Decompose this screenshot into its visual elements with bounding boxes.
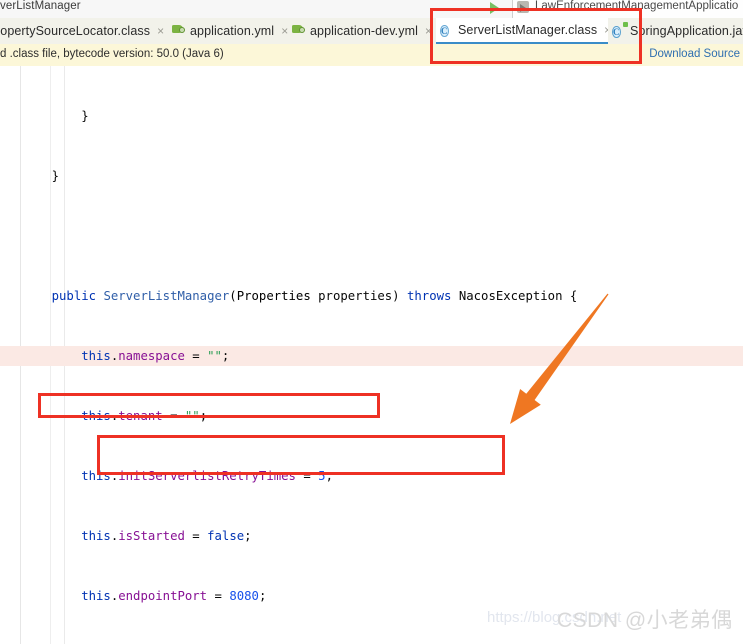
breadcrumb: verListManager xyxy=(0,0,81,12)
ide-window: verListManager LawEnforcementManagementA… xyxy=(0,0,743,644)
watermark-label: CSDN @小老弟偶 xyxy=(557,609,733,632)
code-content: } } public ServerListManager(Properties … xyxy=(0,66,743,644)
decompiled-notice-bar: d .class file, bytecode version: 50.0 (J… xyxy=(0,44,743,67)
yml-icon xyxy=(292,24,306,38)
code-line: this.initServerlistRetryTimes = 5; xyxy=(22,469,333,483)
code-line: public ServerListManager(Properties prop… xyxy=(22,289,578,303)
code-line: } xyxy=(22,169,60,183)
code-editor[interactable]: } } public ServerListManager(Properties … xyxy=(0,66,743,644)
class-icon: C xyxy=(440,25,449,37)
tab-property-source-locator[interactable]: C ropertySourceLocator.class × xyxy=(0,18,174,44)
tab-spring-application-java[interactable]: C SpringApplication.java xyxy=(608,18,743,44)
code-line: this.endpointPort = 8080; xyxy=(22,589,267,603)
tab-label: ropertySourceLocator.class xyxy=(0,24,151,38)
editor-tab-bar: C ropertySourceLocator.class × applicati… xyxy=(0,18,743,45)
tab-server-list-manager[interactable]: C ServerListManager.class × xyxy=(436,18,611,44)
yml-icon xyxy=(172,24,186,38)
code-line: this.tenant = ""; xyxy=(22,409,208,423)
download-source-link[interactable]: Download Source xyxy=(649,48,740,60)
tab-application-yml[interactable]: application.yml × xyxy=(168,18,290,44)
notice-text: d .class file, bytecode version: 50.0 (J… xyxy=(0,48,224,60)
java-class-icon: C xyxy=(612,22,628,38)
close-icon[interactable]: × xyxy=(157,25,164,37)
tab-application-dev-yml[interactable]: application-dev.yml × xyxy=(288,18,436,44)
code-line: this.namespace = ""; xyxy=(0,346,743,366)
tab-label: application-dev.yml xyxy=(310,24,418,38)
app-icon xyxy=(517,1,529,13)
run-green-arrow-icon[interactable] xyxy=(490,2,499,14)
tab-label: application.yml xyxy=(190,24,275,38)
run-configuration-label: LawEnforcementManagementApplicatio xyxy=(535,0,739,12)
code-line: } xyxy=(22,109,89,123)
tab-label: ServerListManager.class xyxy=(458,23,598,37)
tab-label: SpringApplication.java xyxy=(630,24,743,38)
breadcrumb-bar: verListManager LawEnforcementManagementA… xyxy=(0,0,743,19)
close-icon[interactable]: × xyxy=(425,25,432,37)
code-line: this.isStarted = false; xyxy=(22,529,252,543)
run-configuration-selector[interactable]: LawEnforcementManagementApplicatio xyxy=(512,0,743,19)
